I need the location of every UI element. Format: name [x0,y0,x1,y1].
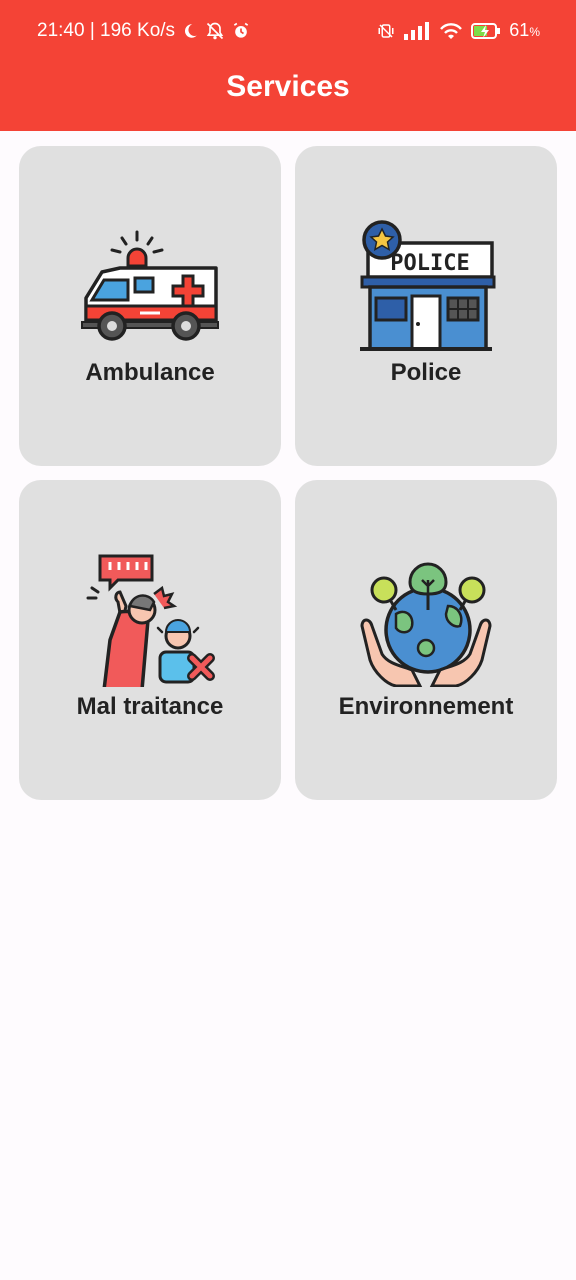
vibrate-icon [377,22,395,40]
service-card-environnement[interactable]: Environnement [295,480,557,800]
service-label: Police [390,359,462,386]
bell-off-icon [205,21,225,41]
svg-text:POLICE: POLICE [390,251,469,276]
service-label: Ambulance [85,359,215,386]
police-station-icon: POLICE [295,220,557,356]
page-title: Services [226,70,350,103]
status-time-speed: 21:40 | 196 Ko/s [37,20,176,41]
battery-level: 61% [509,20,540,40]
service-card-police[interactable]: POLICE Police [295,146,557,466]
service-card-mal-traitance[interactable]: Mal traitance [19,480,281,800]
service-card-ambulance[interactable]: Ambulance [19,146,281,466]
service-label: Mal traitance [76,693,224,720]
wifi-icon [439,22,463,40]
signal-icon [403,21,431,40]
status-bar: 21:40 | 196 Ko/s 61% [0,0,576,62]
abuse-icon [19,554,281,690]
service-label: Environnement [338,693,514,720]
alarm-icon [231,21,251,41]
ambulance-icon [19,226,281,356]
moon-icon [181,22,199,40]
battery-charging-icon [471,22,501,40]
earth-in-hands-icon [295,560,557,690]
